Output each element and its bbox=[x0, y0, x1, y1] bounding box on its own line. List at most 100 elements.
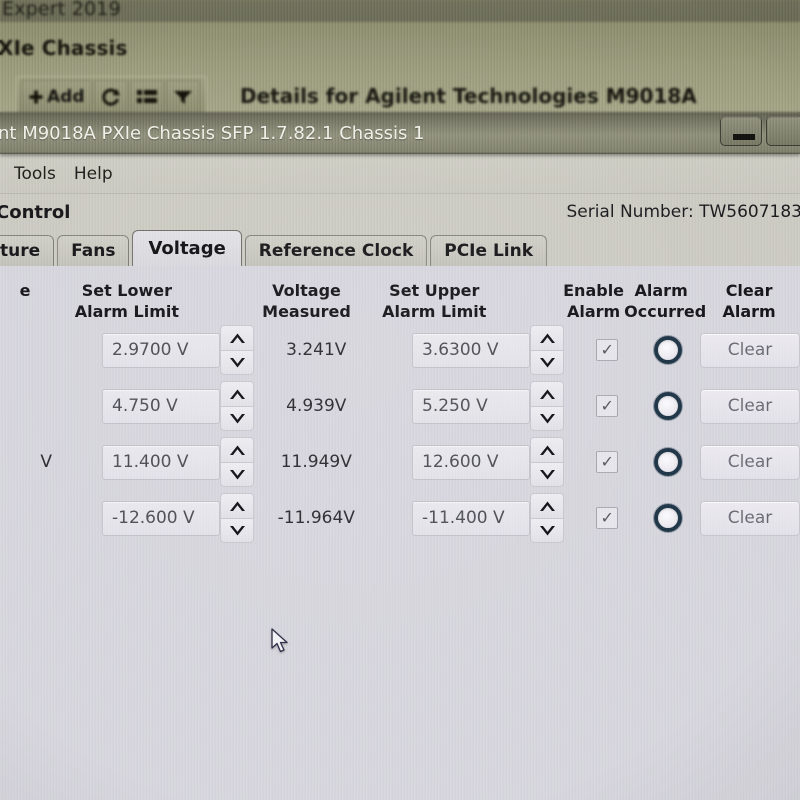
table-row: V 11.400 V 11.949V 12.600 V ✓ Clear bbox=[0, 434, 800, 490]
down-chevron-icon bbox=[229, 526, 245, 536]
down-chevron-icon bbox=[539, 414, 555, 424]
tab-bar: ture Fans Voltage Reference Clock PCIe L… bbox=[0, 230, 800, 266]
tab-temperature[interactable]: ture bbox=[0, 235, 55, 266]
down-chevron-icon bbox=[229, 414, 245, 424]
spinner-down-button[interactable] bbox=[530, 350, 564, 375]
list-view-button[interactable] bbox=[129, 79, 164, 114]
upper-limit-spinner-1[interactable] bbox=[530, 380, 564, 432]
spinner-up-button[interactable] bbox=[530, 437, 564, 462]
serial-number: Serial Number: TW5607183 bbox=[566, 202, 800, 222]
spinner-up-button[interactable] bbox=[220, 493, 254, 518]
spinner-up-button[interactable] bbox=[220, 437, 254, 462]
row-label-2: V bbox=[40, 452, 52, 472]
upper-alarm-limit-input-3[interactable]: -11.400 V bbox=[412, 500, 530, 536]
table-header-row: e Set Lower Alarm Limit Voltage Measured… bbox=[0, 276, 800, 322]
header-alarm-occurred: Alarm Occurred bbox=[624, 281, 707, 321]
up-chevron-icon bbox=[229, 333, 245, 343]
header-spacer-upper-spin bbox=[511, 276, 563, 280]
enable-alarm-checkbox-1[interactable]: ✓ bbox=[596, 395, 619, 417]
lower-alarm-limit-input-2[interactable]: 11.400 V bbox=[102, 444, 220, 480]
spinner-down-button[interactable] bbox=[530, 406, 564, 431]
background-toolbar: Add bbox=[16, 76, 207, 116]
details-panel-label: Details for Agilent Technologies M9018A bbox=[240, 84, 697, 108]
list-view-icon bbox=[136, 89, 157, 103]
lower-limit-spinner-3[interactable] bbox=[220, 492, 254, 544]
refresh-icon bbox=[101, 88, 120, 106]
menu-item-help[interactable]: Help bbox=[74, 164, 113, 184]
filter-button[interactable] bbox=[165, 79, 200, 114]
up-chevron-icon bbox=[229, 445, 245, 455]
lower-alarm-limit-input-3[interactable]: -12.600 V bbox=[102, 500, 220, 536]
tab-voltage[interactable]: Voltage bbox=[132, 230, 242, 266]
lower-alarm-limit-input-1[interactable]: 4.750 V bbox=[102, 388, 220, 424]
upper-limit-spinner-3[interactable] bbox=[530, 492, 564, 544]
plus-icon bbox=[29, 90, 43, 103]
spinner-down-button[interactable] bbox=[220, 406, 254, 431]
enable-alarm-checkbox-0[interactable]: ✓ bbox=[596, 339, 619, 361]
minimize-button[interactable] bbox=[720, 116, 762, 146]
page-title: Control bbox=[0, 201, 71, 223]
spinner-up-button[interactable] bbox=[220, 381, 254, 406]
tab-reference-clock[interactable]: Reference Clock bbox=[244, 235, 428, 266]
filter-funnel-icon bbox=[173, 90, 192, 104]
background-window-heading: XIe Chassis bbox=[0, 36, 128, 60]
header-set-upper-alarm-limit: Set Upper Alarm Limit bbox=[382, 281, 487, 321]
upper-alarm-limit-input-0[interactable]: 3.6300 V bbox=[412, 332, 530, 368]
header-spacer-lower-spin bbox=[204, 276, 256, 280]
alarm-occurred-led-3 bbox=[653, 504, 682, 532]
background-window-title: Expert 2019 bbox=[2, 0, 121, 20]
voltage-measured-value-0: 3.241V bbox=[286, 340, 347, 360]
clear-alarm-button-3[interactable]: Clear bbox=[700, 500, 800, 536]
maximize-button[interactable] bbox=[766, 116, 800, 146]
clear-alarm-button-2[interactable]: Clear bbox=[700, 444, 800, 480]
header-clear-alarm: Clear Alarm bbox=[722, 281, 776, 321]
add-button[interactable]: Add bbox=[21, 79, 92, 114]
lower-limit-spinner-2[interactable] bbox=[220, 436, 254, 488]
upper-limit-spinner-2[interactable] bbox=[530, 436, 564, 488]
alarm-occurred-led-1 bbox=[653, 392, 682, 420]
clear-alarm-button-1[interactable]: Clear bbox=[700, 388, 800, 424]
lower-alarm-limit-input-0[interactable]: 2.9700 V bbox=[102, 332, 220, 368]
upper-alarm-limit-input-1[interactable]: 5.250 V bbox=[412, 388, 530, 424]
down-chevron-icon bbox=[229, 358, 245, 368]
tab-fans[interactable]: Fans bbox=[57, 235, 130, 266]
clear-alarm-button-0[interactable]: Clear bbox=[700, 332, 800, 368]
refresh-button[interactable] bbox=[93, 79, 128, 114]
lower-limit-spinner-1[interactable] bbox=[220, 380, 254, 432]
spinner-down-button[interactable] bbox=[220, 518, 254, 543]
spinner-down-button[interactable] bbox=[530, 462, 564, 487]
upper-alarm-limit-input-2[interactable]: 12.600 V bbox=[412, 444, 530, 480]
menu-item-tools[interactable]: Tools bbox=[14, 164, 56, 184]
table-row: -12.600 V -11.964V -11.400 V ✓ Clear bbox=[0, 490, 800, 546]
menubar: Tools Help bbox=[0, 154, 800, 194]
up-chevron-icon bbox=[539, 333, 555, 343]
voltage-table: e Set Lower Alarm Limit Voltage Measured… bbox=[0, 266, 800, 800]
enable-alarm-checkbox-2[interactable]: ✓ bbox=[596, 451, 619, 473]
header-voltage-measured: Voltage Measured bbox=[262, 281, 351, 321]
background-window-titlebar: Expert 2019 bbox=[0, 0, 800, 22]
window-titlebar[interactable]: nt M9018A PXIe Chassis SFP 1.7.82.1 Chas… bbox=[0, 112, 800, 154]
spinner-down-button[interactable] bbox=[220, 350, 254, 375]
up-chevron-icon bbox=[539, 501, 555, 511]
enable-alarm-checkbox-3[interactable]: ✓ bbox=[596, 507, 619, 529]
panel-header: Control Serial Number: TW5607183 bbox=[0, 194, 800, 230]
spinner-up-button[interactable] bbox=[530, 325, 564, 350]
voltage-measured-value-3: -11.964V bbox=[277, 508, 355, 528]
sfp-window: nt M9018A PXIe Chassis SFP 1.7.82.1 Chas… bbox=[0, 112, 800, 800]
spinner-down-button[interactable] bbox=[530, 518, 564, 543]
lower-limit-spinner-0[interactable] bbox=[220, 324, 254, 376]
up-chevron-icon bbox=[229, 389, 245, 399]
upper-limit-spinner-0[interactable] bbox=[530, 324, 564, 376]
up-chevron-icon bbox=[539, 389, 555, 399]
alarm-occurred-led-0 bbox=[653, 336, 682, 364]
window-controls bbox=[720, 116, 800, 146]
voltage-measured-value-2: 11.949V bbox=[280, 452, 352, 472]
alarm-occurred-led-2 bbox=[653, 448, 682, 476]
table-body: 2.9700 V 3.241V 3.6300 V ✓ Clear 4.750 V 4.939… bbox=[0, 322, 800, 546]
spinner-down-button[interactable] bbox=[220, 462, 254, 487]
spinner-up-button[interactable] bbox=[530, 381, 564, 406]
spinner-up-button[interactable] bbox=[530, 493, 564, 518]
tab-pcie-link[interactable]: PCIe Link bbox=[430, 235, 548, 266]
down-chevron-icon bbox=[539, 358, 555, 368]
spinner-up-button[interactable] bbox=[220, 325, 254, 350]
